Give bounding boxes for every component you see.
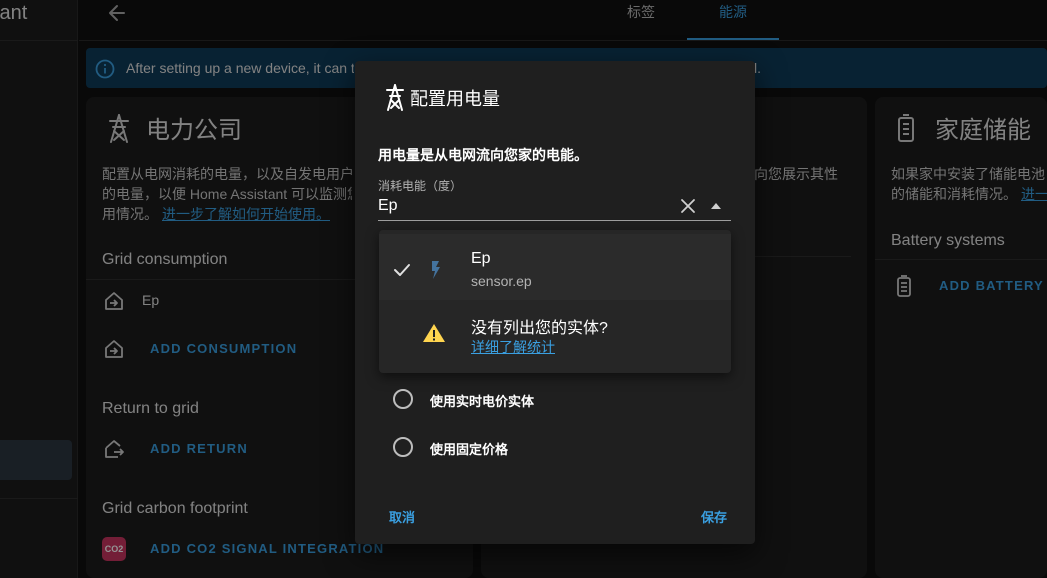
warning-icon [422, 322, 446, 344]
cancel-button[interactable]: 取消 [380, 504, 424, 532]
save-button[interactable]: 保存 [692, 504, 736, 532]
check-icon [392, 260, 412, 280]
transmission-tower-icon [382, 82, 408, 112]
fixed-price-radio[interactable] [393, 437, 413, 457]
learn-statistics-link[interactable]: 详细了解统计 [471, 337, 555, 357]
realtime-price-label: 使用实时电价实体 [430, 394, 535, 409]
energy-entity-field-label: 消耗电能（度） [378, 179, 463, 193]
dialog-title: 配置用电量 [410, 89, 500, 109]
list-item-entity-name: Ep [471, 250, 491, 267]
entity-missing-text: 没有列出您的实体? [471, 320, 608, 337]
dialog-description: 用电量是从电网流向您家的电能。 [378, 147, 588, 163]
menu-up-icon[interactable] [706, 196, 726, 216]
realtime-price-radio[interactable] [393, 389, 413, 409]
energy-entity-combobox[interactable]: Ep [378, 197, 398, 215]
fixed-price-label: 使用固定价格 [430, 442, 509, 457]
list-item-entity-id: sensor.ep [471, 273, 532, 289]
field-underline [378, 220, 731, 221]
clear-icon[interactable] [678, 196, 698, 216]
flash-icon [425, 259, 445, 281]
